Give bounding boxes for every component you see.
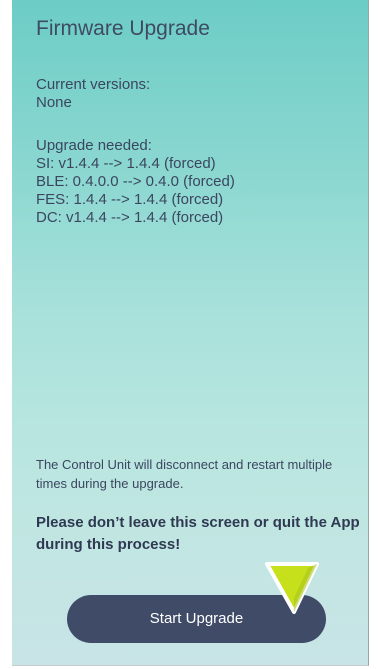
upgrade-item-fes: FES: 1.4.4 --> 1.4.4 (forced) — [36, 191, 224, 208]
upgrade-item-dc: DC: v1.4.4 --> 1.4.4 (forced) — [36, 209, 224, 226]
upgrade-item-ble: BLE: 0.4.0.0 --> 0.4.0 (forced) — [36, 173, 235, 190]
page-title: Firmware Upgrade — [36, 17, 210, 40]
warning-message: Please don’t leave this screen or quit t… — [36, 514, 360, 553]
triangle-pointer-icon — [265, 562, 319, 614]
firmware-upgrade-screen: Firmware Upgrade Current versions: None … — [12, 0, 369, 666]
current-versions-value: None — [36, 94, 72, 111]
current-versions-heading: Current versions: — [36, 76, 151, 93]
upgrade-needed-heading: Upgrade needed: — [36, 137, 152, 154]
upgrade-item-si: SI: v1.4.4 --> 1.4.4 (forced) — [36, 155, 216, 172]
device-frame: Firmware Upgrade Current versions: None … — [0, 0, 379, 669]
disconnect-note: The Control Unit will disconnect and res… — [36, 457, 333, 491]
current-versions-section: Current versions: None — [36, 76, 150, 112]
upgrade-needed-section: Upgrade needed: SI: v1.4.4 --> 1.4.4 (fo… — [36, 137, 235, 227]
